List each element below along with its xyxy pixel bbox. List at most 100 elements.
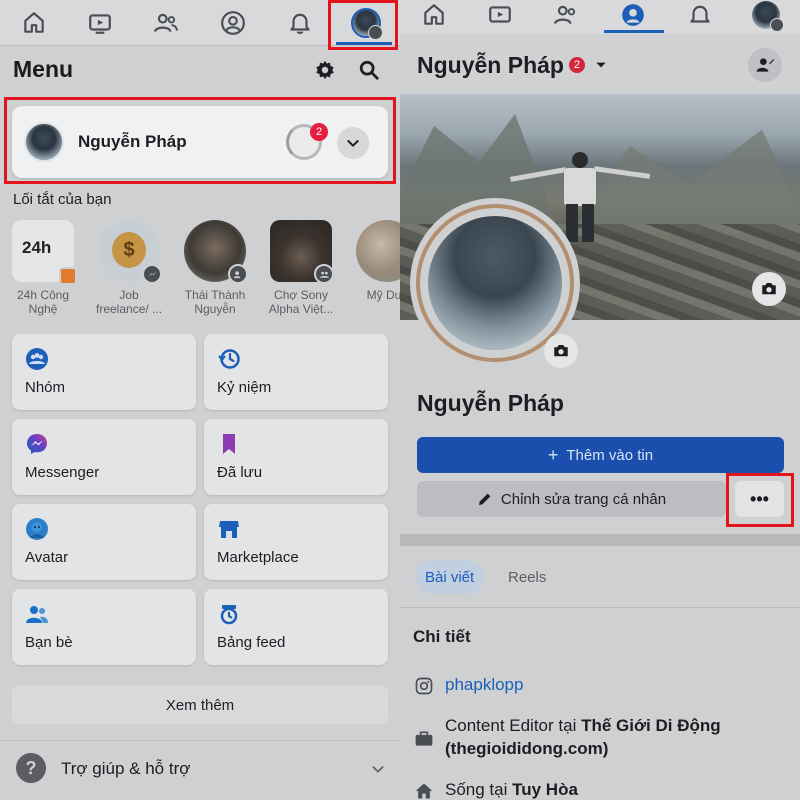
work-prefix: Content Editor tại — [445, 716, 582, 735]
profile-tabs: Bài viết Reels — [400, 546, 800, 608]
profile-header: Nguyễn Pháp 2 — [400, 34, 800, 94]
friends-icon — [154, 13, 178, 33]
shortcut-label-2: Nguyễn — [194, 302, 236, 316]
help-support-row[interactable]: ? Trợ giúp & hỗ trợ — [0, 740, 400, 800]
details-heading: Chi tiết — [413, 627, 471, 646]
shortcut-item[interactable]: Mỹ Duy — [354, 220, 400, 302]
chevron-down-icon — [370, 761, 386, 782]
video-tab[interactable] — [480, 0, 520, 30]
edit-cover-button[interactable] — [752, 272, 786, 306]
work-site[interactable]: (thegioididong.com) — [445, 739, 608, 758]
camera-icon — [554, 345, 568, 357]
saved-icon — [216, 431, 242, 457]
video-icon — [89, 14, 111, 34]
highlight-menu-tab — [328, 0, 398, 50]
shortcut-item[interactable]: Chợ Sony Alpha Việt... — [268, 220, 334, 316]
tile-groups[interactable]: Nhóm — [12, 334, 196, 410]
edit-avatar-button[interactable] — [544, 334, 578, 368]
tile-avatar[interactable]: Avatar — [12, 504, 196, 580]
profile-tab[interactable] — [613, 0, 653, 30]
memories-icon — [216, 346, 242, 372]
add-to-story-button[interactable]: + Thêm vào tin — [417, 437, 784, 473]
shortcut-item[interactable]: Thái Thành Nguyễn — [182, 220, 248, 316]
messenger-badge-icon — [142, 264, 162, 284]
search-button[interactable] — [355, 56, 383, 84]
shortcut-thumbnail — [184, 220, 248, 284]
friends-tab[interactable] — [146, 6, 186, 40]
tile-marketplace[interactable]: Marketplace — [204, 504, 388, 580]
marketplace-icon — [216, 516, 242, 542]
friends-badge-icon — [228, 264, 248, 284]
tile-feeds[interactable]: Bảng feed — [204, 589, 388, 665]
briefcase-icon — [413, 728, 435, 750]
shortcut-thumbnail: $ — [98, 220, 162, 284]
camera-icon — [762, 283, 776, 295]
friends-icon — [24, 601, 50, 627]
tab-reels[interactable]: Reels — [508, 569, 546, 586]
profile-tab[interactable] — [213, 6, 253, 40]
instagram-link[interactable]: phapklopp — [445, 673, 523, 696]
menu-tab[interactable] — [746, 0, 786, 32]
video-tab[interactable] — [80, 6, 120, 40]
group-badge-icon — [314, 264, 334, 284]
tile-messenger[interactable]: Messenger — [12, 419, 196, 495]
tile-memories[interactable]: Kỷ niệm — [204, 334, 388, 410]
bell-icon — [690, 5, 710, 23]
page-title: Menu — [13, 56, 74, 82]
tile-label: Nhóm — [25, 379, 66, 396]
friends-tab[interactable] — [546, 0, 586, 30]
home-icon — [424, 4, 444, 25]
lives-prefix: Sống tại — [445, 780, 513, 799]
shortcut-item[interactable]: 24h 24h Công Nghệ — [10, 220, 77, 316]
tile-label: Bạn bè — [25, 634, 73, 651]
tab-posts[interactable]: Bài viết — [415, 560, 485, 594]
highlight-more-button — [726, 473, 794, 527]
shortcut-thumbnail: 24h — [12, 220, 77, 285]
tile-label: Đã lưu — [217, 464, 263, 481]
see-more-button[interactable]: Xem thêm — [12, 686, 388, 724]
home-icon — [24, 12, 44, 33]
top-tab-bar — [400, 0, 800, 34]
profile-panel: Nguyễn Pháp 2 Nguyễn Pháp + Thêm vào tin — [400, 0, 800, 800]
menu-panel: Menu Nguyễn Pháp 2 Lối tắt của bạn 24h 2… — [0, 0, 400, 800]
menu-avatar-icon — [752, 1, 784, 32]
gear-icon — [316, 60, 334, 80]
tile-label: Kỷ niệm — [217, 379, 272, 396]
highlight-profile-card — [4, 97, 396, 184]
work-text: Content Editor tại Thế Giới Di Động (the… — [445, 714, 721, 760]
feeds-icon — [216, 601, 242, 627]
shortcut-label: Chợ Sony — [274, 288, 328, 302]
settings-button[interactable] — [311, 56, 339, 84]
notifications-tab[interactable] — [280, 6, 320, 40]
edit-profile-button[interactable]: Chỉnh sửa trang cá nhân — [417, 481, 726, 517]
shortcut-thumb-text: 24h — [22, 238, 52, 257]
home-icon — [413, 780, 435, 800]
tile-friends[interactable]: Bạn bè — [12, 589, 196, 665]
groups-icon — [24, 346, 50, 372]
pencil-icon — [478, 493, 491, 505]
active-tab-indicator — [604, 30, 664, 33]
caret-down-icon[interactable] — [594, 58, 608, 77]
plus-icon: + — [547, 444, 559, 465]
tile-label: Marketplace — [217, 549, 299, 566]
notifications-tab[interactable] — [680, 0, 720, 30]
home-tab[interactable] — [14, 6, 54, 40]
header-name: Nguyễn Pháp — [417, 52, 564, 78]
bell-icon — [290, 13, 310, 34]
tile-label: Bảng feed — [217, 634, 286, 651]
shortcut-thumbnail — [270, 220, 334, 284]
add-friend-button[interactable] — [748, 48, 782, 82]
work-company[interactable]: Thế Giới Di Động — [581, 716, 721, 735]
tile-saved[interactable]: Đã lưu — [204, 419, 388, 495]
lives-city[interactable]: Tuy Hòa — [512, 780, 578, 799]
profile-icon — [221, 11, 245, 35]
shortcut-label: 24h Công — [16, 288, 70, 302]
shortcut-item[interactable]: $ Job freelance/ ... — [96, 220, 162, 316]
tile-label: Messenger — [25, 464, 100, 481]
search-icon — [359, 60, 379, 80]
flag-icon — [59, 267, 77, 285]
video-icon — [489, 6, 511, 23]
home-tab[interactable] — [414, 0, 454, 30]
money-bag-icon: $ — [112, 232, 146, 268]
user-edit-icon — [756, 58, 775, 72]
